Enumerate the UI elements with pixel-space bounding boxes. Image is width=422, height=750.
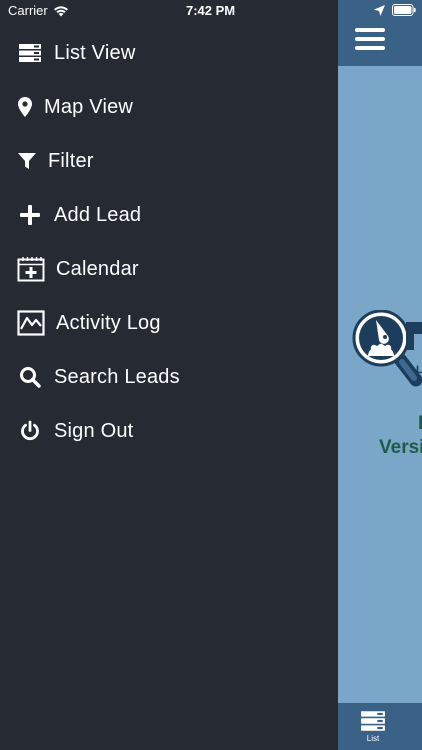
menu-item-map-view[interactable]: Map View	[0, 80, 338, 134]
app-logo-magnifier-icon	[352, 310, 422, 387]
menu-item-label: Filter	[48, 149, 94, 172]
search-icon	[16, 363, 44, 391]
menu-item-calendar[interactable]: Calendar	[0, 242, 338, 296]
menu-item-label: Add Lead	[54, 203, 142, 226]
activity-chart-icon	[16, 309, 46, 337]
battery-icon	[392, 4, 416, 16]
list-view-icon	[361, 711, 385, 731]
side-drawer: Carrier 7:42 PM List View Map View Filte…	[0, 0, 338, 750]
filter-icon	[16, 147, 38, 175]
hamburger-menu-icon[interactable]	[355, 28, 385, 52]
plus-icon	[16, 201, 44, 229]
power-icon	[16, 417, 44, 445]
location-arrow-icon	[374, 4, 385, 16]
brand-name: L	[418, 413, 422, 435]
map-pin-icon	[16, 93, 34, 121]
carrier-label: Carrier	[8, 3, 48, 18]
menu-item-filter[interactable]: Filter	[0, 134, 338, 188]
tab-list-label: List	[366, 734, 380, 743]
menu-item-label: Map View	[44, 95, 134, 118]
main-content: L L Versi List	[338, 0, 422, 750]
version-text: Versi	[379, 437, 422, 458]
menu-item-label: Search Leads	[54, 365, 180, 388]
menu-item-list-view[interactable]: List View	[0, 26, 338, 80]
status-time: 7:42 PM	[186, 3, 236, 18]
menu-item-label: Sign Out	[54, 419, 134, 442]
wifi-icon	[53, 5, 68, 16]
menu-item-activity-log[interactable]: Activity Log	[0, 296, 338, 350]
menu-item-add-lead[interactable]: Add Lead	[0, 188, 338, 242]
status-right-group	[374, 4, 416, 16]
tab-list[interactable]: List	[356, 710, 390, 748]
nav-bar	[338, 0, 422, 66]
menu-item-label: Calendar	[56, 257, 139, 280]
tab-bar: List	[338, 703, 422, 750]
list-view-icon	[16, 39, 44, 67]
menu-item-sign-out[interactable]: Sign Out	[0, 404, 338, 458]
calendar-icon	[16, 255, 46, 283]
menu-item-label: Activity Log	[56, 311, 161, 334]
menu-item-search-leads[interactable]: Search Leads	[0, 350, 338, 404]
status-carrier-group: Carrier	[8, 3, 69, 18]
menu-item-label: List View	[54, 41, 136, 64]
logo-text: L	[416, 364, 422, 376]
